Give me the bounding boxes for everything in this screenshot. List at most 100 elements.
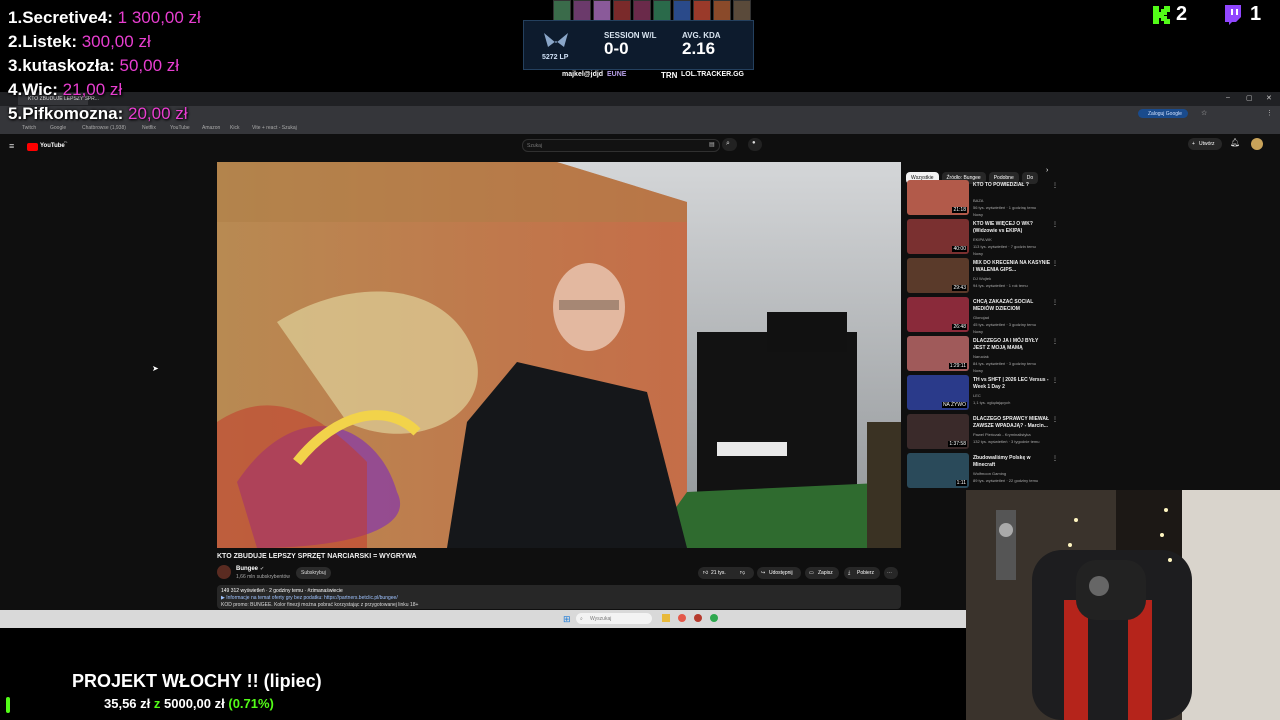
youtube-search-input[interactable]: Szukaj ▤: [522, 139, 720, 152]
more-vertical-icon[interactable]: ⋮: [1052, 221, 1058, 228]
recommendation-channel[interactable]: LEC: [973, 392, 1053, 399]
recommendation-stats: 56 tys. wyświetleń · 1 godzinę temu: [973, 205, 1037, 210]
like-count[interactable]: 21 tys.: [711, 570, 726, 576]
bookmark-item[interactable]: Kick: [230, 125, 239, 131]
donation-entry: 1.Secretive4: 1 300,00 zł: [8, 6, 201, 30]
recommendation-title[interactable]: DLACZEGO SPRAWCY MIEWAŁ ZAWSZE WPADAJĄ? …: [973, 416, 1051, 430]
donation-amount: 21,00 zł: [62, 80, 123, 99]
window-close-icon[interactable]: ✕: [1266, 94, 1272, 102]
window-minimize-icon[interactable]: –: [1226, 94, 1230, 101]
recommendation-item[interactable]: 26:48 CHCĄ ZAKAZAĆ SOCIAL MEDIÓW DZIECIOM…: [906, 297, 1058, 336]
window-maximize-icon[interactable]: ▢: [1246, 94, 1253, 102]
more-vertical-icon[interactable]: ⋮: [1052, 299, 1058, 306]
video-thumbnail[interactable]: 1:11: [907, 453, 969, 488]
app-icon[interactable]: [678, 614, 686, 622]
recommendation-item[interactable]: 1:37:58 DLACZEGO SPRAWCY MIEWAŁ ZAWSZE WP…: [906, 414, 1058, 453]
recommendation-item[interactable]: 40:00 KTO WIE WIĘCEJ O WK? (Widzowie vs E…: [906, 219, 1058, 258]
recommendation-item[interactable]: 1:29:11 DLACZEGO JA I MÓJ BYŁY JEST Z MOJ…: [906, 336, 1058, 375]
video-thumbnail[interactable]: 40:00: [907, 219, 969, 254]
more-vertical-icon[interactable]: ⋮: [1052, 260, 1058, 267]
video-thumbnail[interactable]: 1:37:58: [907, 414, 969, 449]
taskbar-search-input[interactable]: ⌕ Wyszukaj: [576, 613, 652, 624]
video-player[interactable]: [217, 162, 901, 548]
more-vertical-icon[interactable]: ⋮: [1052, 182, 1058, 189]
download-button[interactable]: ⤓ Pobierz: [844, 567, 880, 579]
recommendation-meta: EKIPA WK 113 tys. wyświetleń · 7 godzin t…: [973, 236, 1053, 257]
subscribe-button[interactable]: Subskrybuj: [296, 567, 331, 579]
video-thumbnail[interactable]: 1:29:11: [907, 336, 969, 371]
recommendation-title[interactable]: CHCĄ ZAKAZAĆ SOCIAL MEDIÓW DZIECIOM: [973, 299, 1051, 313]
recommendation-list: 21:18 KTO TO POWIEDZIAŁ ? BAZA 56 tys. wyśw…: [906, 180, 1058, 492]
recommendation-channel[interactable]: Glonojad: [973, 314, 1053, 321]
windows-start-icon[interactable]: ⊞: [563, 614, 571, 625]
recommendation-title[interactable]: MIX DO KRECENIA NA KASYNIE I WALENIA GIP…: [973, 260, 1051, 274]
keyboard-icon[interactable]: ▤: [709, 141, 715, 148]
more-vertical-icon[interactable]: ⋮: [1052, 416, 1058, 423]
youtube-logo[interactable]: YouTube: [40, 143, 65, 149]
filter-chips: Wszystkie Źródło: Bungee Podobne Do ›: [906, 166, 1056, 184]
champion-history-strip: [553, 0, 751, 21]
more-vertical-icon[interactable]: ⋮: [1052, 455, 1058, 462]
recommendation-title[interactable]: TH vs SHFT | 2026 LEC Versus - Week 1 Da…: [973, 377, 1051, 391]
recommendation-item[interactable]: 1:11 Zbudowaliśmy Polskę w Minecraft Wolfm…: [906, 453, 1058, 492]
bookmark-item[interactable]: Amazon: [202, 125, 220, 131]
file-explorer-icon[interactable]: [662, 614, 670, 622]
search-button[interactable]: ⌕: [722, 138, 737, 151]
address-bar: ← → ↻ Zaloguj Google ☆ ⋮: [0, 106, 1280, 122]
recommendation-channel[interactable]: Wolfmoon Gaming: [973, 470, 1053, 477]
recommendation-channel[interactable]: DJ Wojtek: [973, 275, 1053, 282]
twitch-viewer-count: 1: [1250, 3, 1262, 25]
chrome-icon[interactable]: [710, 614, 718, 622]
browser-menu-icon[interactable]: ⋮: [1266, 109, 1273, 117]
chevron-right-icon[interactable]: ›: [1046, 167, 1048, 174]
video-thumbnail[interactable]: NA ŻYWO: [907, 375, 969, 410]
youtube-logo-icon[interactable]: [27, 143, 38, 151]
donation-entry: 4.Wic: 21,00 zł: [8, 78, 122, 102]
webcam-image: [966, 490, 1280, 720]
more-actions-button[interactable]: ⋯: [884, 567, 898, 579]
plus-icon: +: [1192, 141, 1195, 147]
new-badge: Nowy: [973, 212, 984, 217]
channel-name[interactable]: Bungee: [236, 566, 258, 572]
recommendation-meta: Glonojad 45 tys. wyświetleń · 3 godziny t…: [973, 314, 1053, 335]
champion-icon: [673, 0, 691, 21]
star-icon[interactable]: ☆: [1201, 109, 1207, 117]
channel-avatar[interactable]: [217, 565, 231, 579]
recommendation-item[interactable]: 21:18 KTO TO POWIEDZIAŁ ? BAZA 56 tys. wyśw…: [906, 180, 1058, 219]
microphone-icon: ●: [752, 140, 756, 146]
avatar[interactable]: [1251, 138, 1263, 150]
recommendation-stats: 1,1 tys. oglądających: [973, 400, 1011, 405]
recommendation-channel[interactable]: EKIPA WK: [973, 236, 1053, 243]
share-button[interactable]: ↪ Udostępnij: [757, 567, 801, 579]
donor-name: Listek:: [22, 32, 77, 51]
bookmark-item[interactable]: Vite + react - Szukaj: [252, 125, 297, 131]
verified-icon: ✔: [260, 566, 265, 572]
donation-amount: 20,00 zł: [127, 104, 188, 123]
recommendation-title[interactable]: KTO TO POWIEDZIAŁ ?: [973, 182, 1051, 189]
hamburger-menu-icon[interactable]: ≡: [9, 141, 14, 151]
thumbs-up-icon[interactable]: 👍︎: [703, 570, 708, 576]
more-vertical-icon[interactable]: ⋮: [1052, 338, 1058, 345]
google-signin-button[interactable]: Zaloguj Google: [1138, 109, 1188, 118]
notifications-bell-icon[interactable]: 🔔︎: [1230, 138, 1240, 147]
save-button[interactable]: ▭ Zapisz: [805, 567, 839, 579]
recommendation-channel[interactable]: Naruciak: [973, 353, 1053, 360]
more-vertical-icon[interactable]: ⋮: [1052, 377, 1058, 384]
recommendation-channel[interactable]: Pawel Pieńczak - Kryminalistyka: [973, 431, 1053, 438]
video-description[interactable]: 149 312 wyświetleń · 2 godziny temu · #z…: [217, 585, 901, 609]
recommendation-title[interactable]: KTO WIE WIĘCEJ O WK? (Widzowie vs EKIPA): [973, 221, 1051, 235]
recommendation-item[interactable]: 29:43 MIX DO KRECENIA NA KASYNIE I WALENI…: [906, 258, 1058, 297]
recommendation-channel[interactable]: BAZA: [973, 197, 1053, 204]
video-thumbnail[interactable]: 21:18: [907, 180, 969, 215]
video-thumbnail[interactable]: 29:43: [907, 258, 969, 293]
donation-rank: 3.: [8, 56, 23, 75]
champion-icon: [593, 0, 611, 21]
video-thumbnail[interactable]: 26:48: [907, 297, 969, 332]
app-icon[interactable]: [694, 614, 702, 622]
thumbs-down-icon[interactable]: 👎︎: [740, 570, 745, 576]
recommendation-title[interactable]: DLACZEGO JA I MÓJ BYŁY JEST Z MOJĄ MAMĄ: [973, 338, 1051, 352]
create-button[interactable]: + Utwórz: [1188, 138, 1222, 150]
voice-search-button[interactable]: ●: [748, 138, 762, 151]
recommendation-item[interactable]: NA ŻYWO TH vs SHFT | 2026 LEC Versus - We…: [906, 375, 1058, 414]
recommendation-title[interactable]: Zbudowaliśmy Polskę w Minecraft: [973, 455, 1051, 469]
